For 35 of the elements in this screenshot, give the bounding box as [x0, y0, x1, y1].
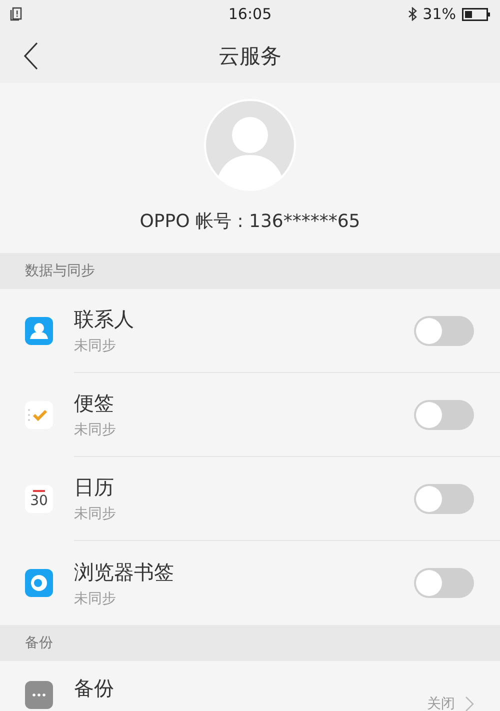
- row-subtitle: 未同步: [74, 590, 117, 608]
- row-subtitle: 未同步: [74, 337, 117, 355]
- calendar-day: 30: [30, 494, 48, 508]
- row-title: 联系人: [74, 306, 134, 333]
- section-header: 数据与同步: [0, 253, 500, 289]
- chevron-right-icon: [465, 696, 474, 711]
- row-subtitle: 未同步: [74, 505, 116, 523]
- calendar-header-mark: [33, 490, 45, 492]
- browser-icon: [25, 569, 53, 597]
- toggle-switch[interactable]: [414, 316, 474, 346]
- toggle-switch[interactable]: [414, 400, 474, 430]
- toggle-switch[interactable]: [414, 568, 474, 598]
- settings-row[interactable]: 备份 关闭: [0, 661, 500, 709]
- battery-percent: 31%: [422, 5, 456, 23]
- row-title: 日历: [74, 474, 115, 501]
- row-value: 关闭: [427, 695, 455, 711]
- clock-time: 16:05: [228, 5, 272, 23]
- section-header: 备份: [0, 625, 500, 661]
- notes-icon: [25, 401, 53, 429]
- settings-row[interactable]: 联系人 未同步: [0, 289, 500, 373]
- avatar-icon[interactable]: [204, 99, 296, 191]
- contact-icon: [25, 317, 53, 345]
- row-title: 备份: [74, 675, 114, 702]
- account-label: OPPO 帐号 : 136******65: [140, 210, 360, 233]
- toggle-switch[interactable]: [414, 484, 474, 514]
- row-title: 浏览器书签: [74, 558, 174, 586]
- page-title: 云服务: [218, 42, 282, 70]
- notification-icon: [10, 7, 22, 21]
- battery-icon: [462, 8, 490, 20]
- row-title: 便签: [74, 390, 115, 417]
- settings-row[interactable]: 浏览器书签 未同步: [0, 541, 500, 625]
- row-subtitle: 未同步: [74, 421, 116, 439]
- settings-row[interactable]: 30 日历 未同步: [0, 457, 500, 541]
- bluetooth-icon: [408, 7, 417, 21]
- settings-row[interactable]: 便签 未同步: [0, 373, 500, 457]
